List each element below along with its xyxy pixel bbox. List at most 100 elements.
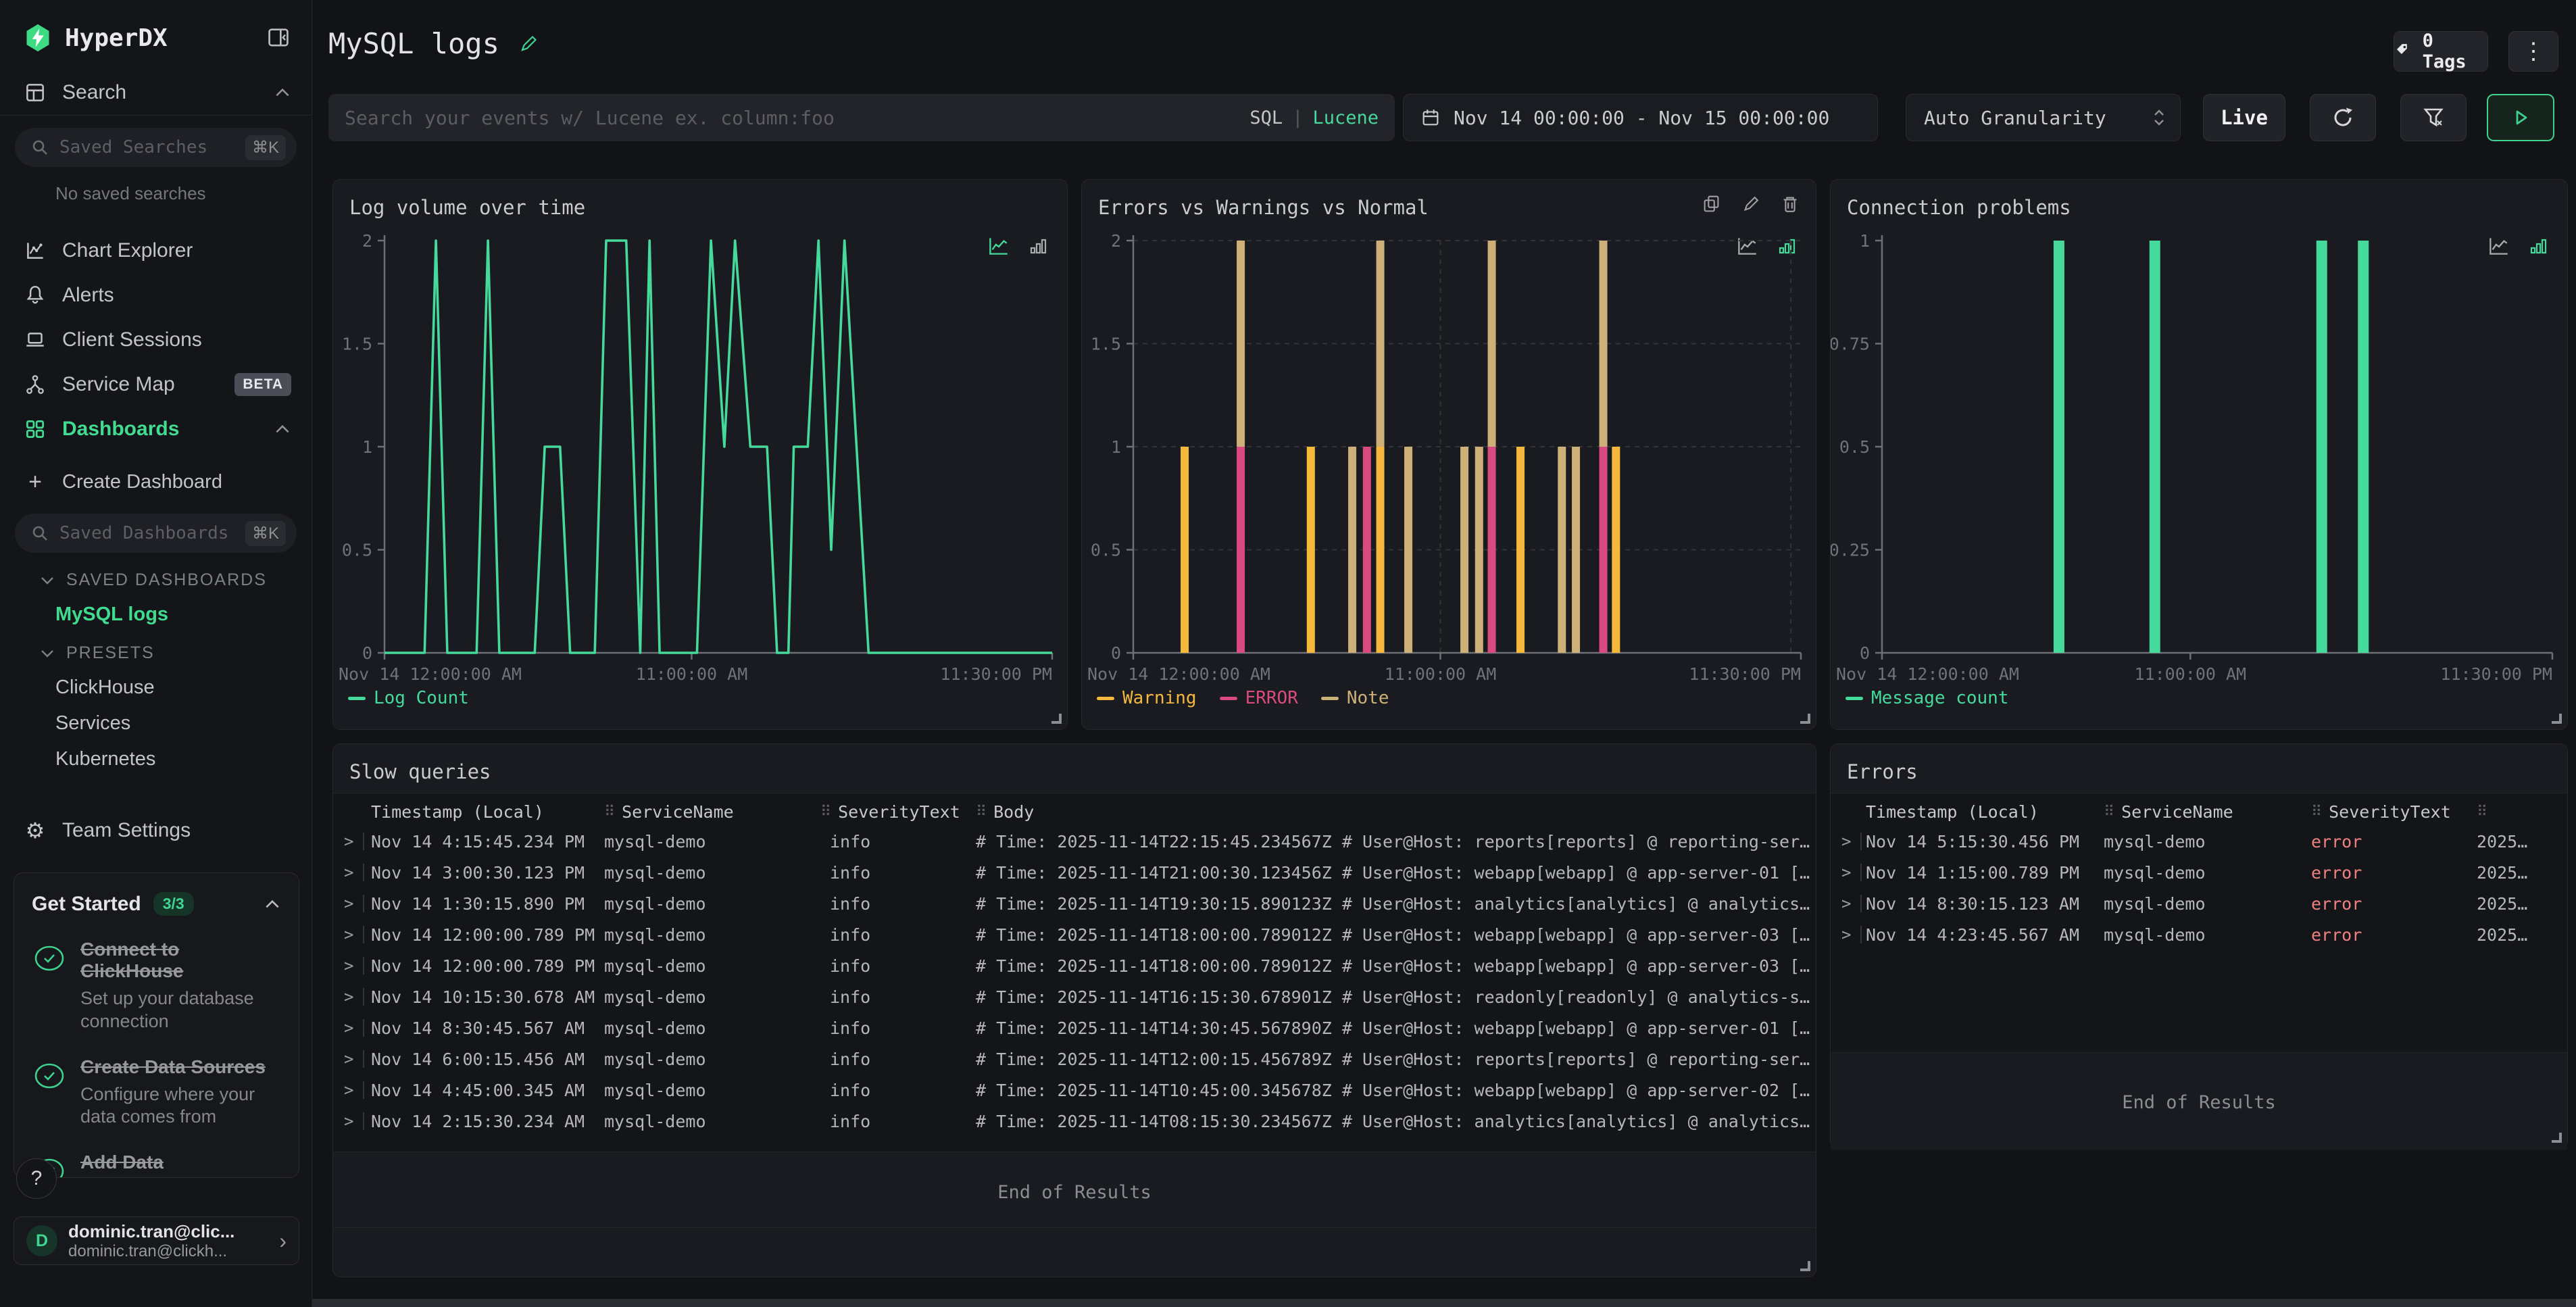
expand-row-chevron[interactable]: > (333, 832, 371, 851)
saved-dashboards-section[interactable]: SAVED DASHBOARDS (0, 553, 312, 590)
lucene-mode-toggle[interactable]: Lucene (1312, 107, 1379, 128)
connection-problems-chart[interactable]: 00.250.50.751Nov 14 12:00:00 AM11:00:00 … (1831, 219, 2567, 685)
help-button[interactable]: ? (16, 1158, 57, 1199)
legend-item[interactable]: Message count (1846, 688, 2009, 708)
saved-searches-field[interactable] (59, 137, 245, 157)
column-header[interactable]: ⠿Body (976, 802, 1816, 822)
expand-row-chevron[interactable]: > (1831, 925, 1866, 944)
sidebar-item-search[interactable]: Search (0, 70, 312, 115)
sidebar-preset-kubernetes[interactable]: Kubernetes (0, 735, 312, 770)
saved-searches-input[interactable]: ⌘K (15, 128, 297, 167)
date-range-picker[interactable]: Nov 14 00:00:00 - Nov 15 00:00:00 (1403, 94, 1878, 141)
table-row[interactable]: >Nov 14 4:15:45.234 PMmysql-demoinfo# Ti… (333, 826, 1816, 857)
column-header[interactable]: ⠿ServiceName (2104, 802, 2311, 822)
run-query-button[interactable] (2487, 94, 2554, 141)
table-row[interactable]: >Nov 14 5:15:30.456 PMmysql-demoerror202… (1831, 826, 2567, 857)
saved-dashboards-input[interactable]: ⌘K (15, 514, 297, 553)
edit-panel-icon[interactable] (1740, 193, 1762, 215)
event-search-bar[interactable]: SQL | Lucene (328, 94, 1395, 141)
sidebar-item-service-map[interactable]: Service Map BETA (0, 362, 312, 407)
resize-handle[interactable] (2552, 714, 2562, 724)
column-header[interactable]: ⠿SeverityText (2311, 802, 2477, 822)
horizontal-scrollbar[interactable] (312, 1299, 2576, 1307)
legend-item[interactable]: ERROR (1220, 688, 1298, 708)
errors-warnings-chart[interactable]: 00.511.52Nov 14 12:00:00 AM11:00:00 AM11… (1082, 219, 1816, 685)
expand-row-chevron[interactable]: > (333, 863, 371, 882)
sql-mode-toggle[interactable]: SQL (1249, 107, 1283, 128)
chevron-up-icon[interactable] (264, 898, 281, 910)
expand-row-chevron[interactable]: > (333, 1081, 371, 1100)
column-header[interactable]: Timestamp (Local) (1866, 802, 2104, 822)
expand-row-chevron[interactable]: > (333, 1112, 371, 1131)
tags-button[interactable]: 0 Tags (2394, 31, 2488, 72)
edit-title-icon[interactable] (517, 32, 540, 55)
event-search-input[interactable] (345, 107, 1249, 129)
column-header[interactable]: ⠿ (2477, 804, 2567, 820)
expand-row-chevron[interactable]: > (1831, 832, 1866, 851)
expand-row-chevron[interactable]: > (333, 894, 371, 913)
table-row[interactable]: >Nov 14 1:15:00.789 PMmysql-demoerror202… (1831, 857, 2567, 888)
service-map-icon (23, 372, 47, 397)
get-started-step[interactable]: Add Data Start sending logs, metrics, or… (32, 1152, 281, 1178)
table-row[interactable]: >Nov 14 2:15:30.234 AMmysql-demoinfo# Ti… (333, 1106, 1816, 1137)
column-drag-handle[interactable]: ⠿ (820, 804, 831, 820)
expand-row-chevron[interactable]: > (333, 1050, 371, 1068)
sidebar-item-chart-explorer[interactable]: Chart Explorer (0, 228, 312, 273)
refresh-button[interactable] (2310, 94, 2376, 141)
get-started-step[interactable]: Connect to ClickHouse Set up your databa… (32, 939, 281, 1033)
sidebar-item-client-sessions[interactable]: Client Sessions (0, 318, 312, 362)
column-drag-handle[interactable]: ⠿ (604, 804, 615, 820)
table-row[interactable]: >Nov 14 8:30:15.123 AMmysql-demoerror202… (1831, 888, 2567, 919)
column-drag-handle[interactable]: ⠿ (2477, 804, 2487, 820)
create-dashboard-button[interactable]: + Create Dashboard (0, 462, 312, 501)
column-header[interactable]: Timestamp (Local) (371, 802, 604, 822)
resize-handle[interactable] (1800, 714, 1810, 724)
resize-handle[interactable] (1800, 1261, 1810, 1271)
get-started-step[interactable]: Create Data Sources Configure where your… (32, 1056, 281, 1129)
expand-row-chevron[interactable]: > (1831, 894, 1866, 913)
sidebar-item-alerts[interactable]: Alerts (0, 273, 312, 318)
granularity-select[interactable]: Auto Granularity (1906, 94, 2181, 141)
collapse-sidebar-icon[interactable] (266, 25, 291, 51)
column-drag-handle[interactable]: ⠿ (2311, 804, 2322, 820)
table-row[interactable]: >Nov 14 4:23:45.567 AMmysql-demoerror202… (1831, 919, 2567, 950)
table-row[interactable]: >Nov 14 12:00:00.789 PMmysql-demoinfo# T… (333, 919, 1816, 950)
sidebar-preset-clickhouse[interactable]: ClickHouse (0, 663, 312, 699)
table-row[interactable]: >Nov 14 4:45:00.345 AMmysql-demoinfo# Ti… (333, 1075, 1816, 1106)
table-row[interactable]: >Nov 14 3:00:30.123 PMmysql-demoinfo# Ti… (333, 857, 1816, 888)
delete-panel-icon[interactable] (1779, 193, 1801, 215)
table-row[interactable]: >Nov 14 6:00:15.456 AMmysql-demoinfo# Ti… (333, 1043, 1816, 1075)
expand-row-chevron[interactable]: > (1831, 863, 1866, 882)
column-header[interactable]: ⠿SeverityText (820, 802, 976, 822)
user-menu[interactable]: D dominic.tran@clic... dominic.tran@clic… (14, 1216, 299, 1265)
presets-section[interactable]: PRESETS (0, 626, 312, 663)
sidebar-dashboard-mysql-logs[interactable]: MySQL logs (0, 590, 312, 626)
duplicate-panel-icon[interactable] (1701, 193, 1723, 215)
filter-button[interactable] (2400, 94, 2467, 141)
sidebar-item-team-settings[interactable]: ⚙ Team Settings (0, 808, 312, 853)
column-header[interactable]: ⠿ServiceName (604, 802, 820, 822)
table-row[interactable]: >Nov 14 12:00:00.789 PMmysql-demoinfo# T… (333, 950, 1816, 981)
column-drag-handle[interactable]: ⠿ (2104, 804, 2114, 820)
resize-handle[interactable] (2552, 1133, 2562, 1143)
sidebar-item-dashboards[interactable]: Dashboards (0, 407, 312, 451)
panel-title: Errors (1847, 760, 1918, 783)
table-row[interactable]: >Nov 14 8:30:45.567 AMmysql-demoinfo# Ti… (333, 1012, 1816, 1043)
expand-row-chevron[interactable]: > (333, 956, 371, 975)
column-drag-handle[interactable]: ⠿ (976, 804, 987, 820)
resize-handle[interactable] (1051, 714, 1062, 724)
legend-item[interactable]: Note (1321, 688, 1389, 708)
table-row[interactable]: >Nov 14 1:30:15.890 PMmysql-demoinfo# Ti… (333, 888, 1816, 919)
legend-item[interactable]: Log Count (348, 688, 469, 708)
legend-item[interactable]: Warning (1097, 688, 1197, 708)
table-row[interactable]: >Nov 14 10:15:30.678 AMmysql-demoinfo# T… (333, 981, 1816, 1012)
expand-row-chevron[interactable]: > (333, 1018, 371, 1037)
expand-row-chevron[interactable]: > (333, 987, 371, 1006)
sidebar-preset-services[interactable]: Services (0, 699, 312, 735)
saved-dashboards-field[interactable] (59, 523, 245, 543)
log-volume-chart[interactable]: 00.511.52Nov 14 12:00:00 AM11:00:00 AM11… (333, 219, 1067, 685)
expand-row-chevron[interactable]: > (333, 925, 371, 944)
cell: mysql-demo (604, 832, 820, 852)
more-menu-button[interactable]: ⋮ (2508, 31, 2558, 72)
live-button[interactable]: Live (2203, 94, 2285, 141)
